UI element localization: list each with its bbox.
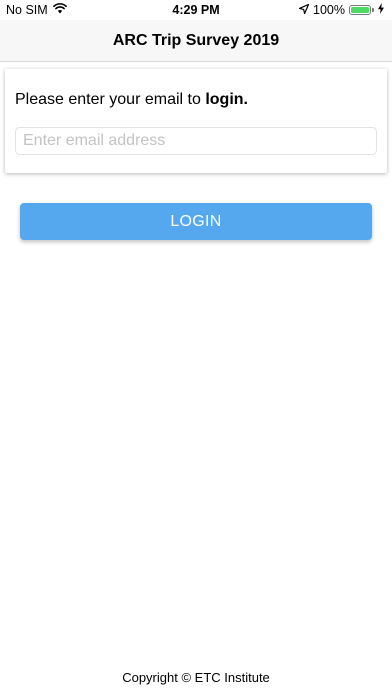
navigation-bar: ARC Trip Survey 2019	[0, 20, 392, 62]
status-right: 100%	[298, 3, 384, 17]
charging-bolt-icon	[378, 3, 384, 17]
battery-fill	[351, 7, 369, 13]
email-input[interactable]	[15, 127, 377, 155]
battery-icon	[349, 5, 374, 15]
footer-copyright: Copyright © ETC Institute	[122, 670, 270, 685]
battery-percent: 100%	[313, 3, 345, 17]
login-prompt: Please enter your email to login.	[15, 91, 248, 109]
login-button[interactable]: LOGIN	[20, 203, 372, 240]
login-card: Please enter your email to login.	[5, 69, 387, 173]
login-prompt-text: Please enter your email to	[15, 91, 206, 108]
login-prompt-bold: login.	[205, 91, 248, 108]
location-arrow-icon	[298, 3, 310, 17]
page-title: ARC Trip Survey 2019	[112, 32, 280, 49]
status-bar: No SIM 4:29 PM 100%	[0, 0, 392, 20]
